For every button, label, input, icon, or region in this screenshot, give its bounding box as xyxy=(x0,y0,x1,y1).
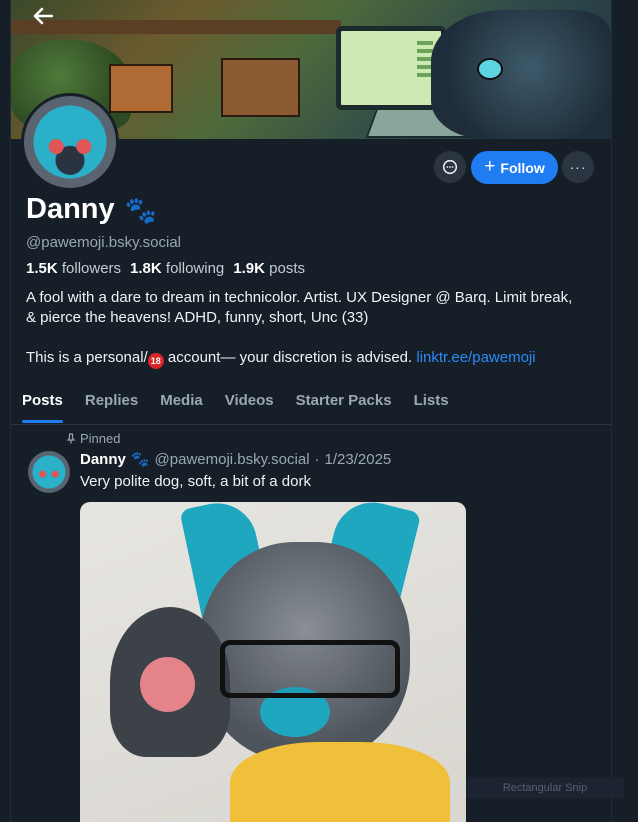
profile-tabs: Posts Replies Media Videos Starter Packs… xyxy=(11,378,611,425)
paw-emoji-icon: 🐾 xyxy=(130,451,150,468)
post-image[interactable] xyxy=(80,502,466,822)
plus-icon: + xyxy=(484,156,496,177)
profile-avatar[interactable] xyxy=(21,93,119,191)
pinned-indicator: Pinned xyxy=(66,431,120,446)
posts-stat: 1.9K posts xyxy=(233,260,305,277)
eighteen-plus-icon: 18 xyxy=(147,353,164,369)
bio-line-1: A fool with a dare to dream in technicol… xyxy=(26,289,573,326)
follow-button[interactable]: + Follow xyxy=(471,151,558,184)
post-meta-separator: · xyxy=(314,451,320,468)
post-date[interactable]: 1/23/2025 xyxy=(325,451,392,468)
profile-page: + Follow ··· Danny 🐾 @pawemoji.bsky.soci… xyxy=(10,0,612,822)
tab-starter-packs[interactable]: Starter Packs xyxy=(285,378,403,423)
more-options-button[interactable]: ··· xyxy=(562,151,594,183)
tab-posts[interactable]: Posts xyxy=(11,378,74,423)
paw-emoji-icon: 🐾 xyxy=(124,194,158,225)
tab-lists[interactable]: Lists xyxy=(403,378,460,423)
pin-icon xyxy=(66,433,76,444)
back-arrow-icon[interactable] xyxy=(27,2,59,30)
post-author-handle[interactable]: @pawemoji.bsky.social xyxy=(155,451,310,468)
profile-handle: @pawemoji.bsky.social xyxy=(26,234,182,251)
tab-videos[interactable]: Videos xyxy=(214,378,285,423)
tab-replies[interactable]: Replies xyxy=(74,378,149,423)
following-stat[interactable]: 1.8K following xyxy=(130,260,224,277)
followers-stat[interactable]: 1.5K followers xyxy=(26,260,121,277)
rectangular-snip-overlay: Rectangular Snip xyxy=(466,777,624,798)
follow-button-label: Follow xyxy=(500,159,545,176)
display-name-text: Danny xyxy=(26,193,115,225)
tab-media[interactable]: Media xyxy=(149,378,214,423)
ellipsis-icon: ··· xyxy=(569,159,587,175)
profile-display-name: Danny 🐾 xyxy=(26,193,157,226)
post-text: Very polite dog, soft, a bit of a dork xyxy=(80,473,311,490)
profile-stats: 1.5K followers 1.8K following 1.9K posts xyxy=(26,260,305,277)
chat-bubble-icon xyxy=(442,159,458,175)
pinned-label: Pinned xyxy=(80,431,121,446)
post-author-avatar[interactable] xyxy=(28,451,70,493)
post-author-name[interactable]: Danny xyxy=(80,451,126,468)
message-button[interactable] xyxy=(434,151,466,183)
bio-link[interactable]: linktr.ee/pawemoji xyxy=(416,349,535,366)
bio-line-2: This is a personal/18 account— your disc… xyxy=(26,348,586,369)
post-header: Danny 🐾 @pawemoji.bsky.social · 1/23/202… xyxy=(80,451,391,468)
profile-bio: A fool with a dare to dream in technicol… xyxy=(26,288,586,369)
